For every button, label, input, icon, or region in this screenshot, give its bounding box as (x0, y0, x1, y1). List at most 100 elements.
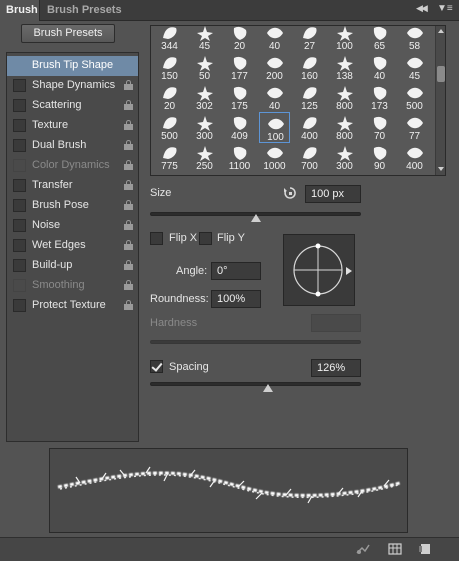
brush-tip-cell[interactable]: 160 (294, 52, 325, 83)
brush-tip-cell[interactable]: 300 (189, 112, 220, 143)
brush-angle-widget[interactable] (283, 234, 355, 306)
texture-checkbox[interactable] (13, 119, 26, 132)
brush-tip-cell[interactable]: 775 (154, 142, 185, 173)
sidebar-item-brush-tip-shape[interactable]: Brush Tip Shape (7, 56, 138, 76)
lock-icon[interactable] (124, 100, 133, 111)
angle-field[interactable]: 0° (211, 262, 261, 280)
double-chevron-left-icon[interactable]: ◀◀ (416, 3, 428, 14)
sidebar-item-protect-texture[interactable]: Protect Texture (7, 296, 138, 316)
brush-tip-cell[interactable]: 150 (154, 52, 185, 83)
sidebar-item-brush-pose[interactable]: Brush Pose (7, 196, 138, 216)
brush-tip-cell[interactable]: 175 (224, 82, 255, 113)
lock-icon[interactable] (124, 260, 133, 271)
lock-icon[interactable] (124, 300, 133, 311)
spacing-slider-knob[interactable] (263, 384, 274, 392)
sidebar-item-texture[interactable]: Texture (7, 116, 138, 136)
scroll-down-arrow-icon[interactable] (438, 167, 444, 171)
brush-tip-cell[interactable]: 1000 (259, 142, 290, 173)
brush-tip-cell[interactable]: 100 (329, 26, 360, 53)
sidebar-item-shape-dynamics[interactable]: Shape Dynamics (7, 76, 138, 96)
sidebar-item-transfer[interactable]: Transfer (7, 176, 138, 196)
lock-icon[interactable] (124, 180, 133, 191)
brush-tip-cell[interactable]: 27 (294, 26, 325, 53)
brush-tip-cell[interactable]: 40 (364, 52, 395, 83)
wet-edges-checkbox[interactable] (13, 239, 26, 252)
scroll-thumb[interactable] (437, 66, 445, 82)
tab-brush-presets[interactable]: Brush Presets (41, 0, 128, 21)
brush-grid-icon[interactable] (388, 543, 402, 555)
spacing-checkbox[interactable] (150, 360, 163, 373)
sidebar-item-color-dynamics[interactable]: Color Dynamics (7, 156, 138, 176)
brush-tip-cell[interactable]: 344 (154, 26, 185, 53)
brush-tip-cell[interactable]: 20 (224, 26, 255, 53)
brush-tip-cell[interactable]: 90 (364, 142, 395, 173)
brush-tip-cell[interactable]: 400 (294, 112, 325, 143)
panel-menu-icon[interactable]: ▼≡ (437, 3, 455, 17)
dual-brush-checkbox[interactable] (13, 139, 26, 152)
brush-presets-button[interactable]: Brush Presets (21, 24, 115, 43)
scroll-up-arrow-icon[interactable] (438, 29, 444, 33)
sidebar-item-wet-edges[interactable]: Wet Edges (7, 236, 138, 256)
brush-tip-cell[interactable]: 302 (189, 82, 220, 113)
brush-tip-cell[interactable]: 200 (259, 52, 290, 83)
tab-brush[interactable]: Brush (0, 0, 40, 21)
brush-tip-cell[interactable]: 1100 (224, 142, 255, 173)
brush-tip-cell[interactable]: 58 (399, 26, 430, 53)
brush-pose-checkbox[interactable] (13, 199, 26, 212)
brush-tip-cell[interactable]: 65 (364, 26, 395, 53)
grid-scrollbar[interactable] (435, 26, 445, 175)
brush-tip-cell[interactable]: 77 (399, 112, 430, 143)
sidebar-item-build-up[interactable]: Build-up (7, 256, 138, 276)
spacing-field[interactable]: 126% (311, 359, 361, 377)
flip-x-checkbox[interactable] (150, 232, 163, 245)
brush-tip-cell[interactable]: 173 (364, 82, 395, 113)
brush-tip-cell[interactable]: 40 (259, 82, 290, 113)
new-brush-icon[interactable] (418, 543, 432, 555)
lock-icon[interactable] (124, 120, 133, 131)
size-field[interactable]: 100 px (305, 185, 361, 203)
reset-icon[interactable] (283, 186, 297, 200)
toggle-live-tip-icon[interactable] (356, 543, 370, 555)
roundness-field[interactable]: 100% (211, 290, 261, 308)
lock-icon[interactable] (124, 240, 133, 251)
brush-tip-cell[interactable]: 800 (329, 82, 360, 113)
protect-texture-checkbox[interactable] (13, 299, 26, 312)
build-up-checkbox[interactable] (13, 259, 26, 272)
noise-checkbox[interactable] (13, 219, 26, 232)
lock-icon[interactable] (124, 220, 133, 231)
brush-tip-cell[interactable]: 138 (329, 52, 360, 83)
sidebar-item-smoothing[interactable]: Smoothing (7, 276, 138, 296)
brush-tip-cell[interactable]: 100 (259, 112, 290, 143)
brush-tip-cell[interactable]: 45 (189, 26, 220, 53)
sidebar-item-dual-brush[interactable]: Dual Brush (7, 136, 138, 156)
brush-tip-cell[interactable]: 40 (259, 26, 290, 53)
lock-icon[interactable] (124, 140, 133, 151)
lock-icon[interactable] (124, 160, 133, 171)
brush-tip-cell[interactable]: 409 (224, 112, 255, 143)
brush-tip-cell[interactable]: 300 (329, 142, 360, 173)
brush-tip-cell[interactable]: 500 (399, 82, 430, 113)
scattering-checkbox[interactable] (13, 99, 26, 112)
brush-tip-cell[interactable]: 50 (189, 52, 220, 83)
sidebar-item-noise[interactable]: Noise (7, 216, 138, 236)
transfer-checkbox[interactable] (13, 179, 26, 192)
flip-y-checkbox[interactable] (199, 232, 212, 245)
brush-tip-cell[interactable]: 20 (154, 82, 185, 113)
brush-tip-cell[interactable]: 250 (189, 142, 220, 173)
lock-icon[interactable] (124, 200, 133, 211)
lock-icon[interactable] (124, 80, 133, 91)
sidebar-item-scattering[interactable]: Scattering (7, 96, 138, 116)
brush-tip-cell[interactable]: 500 (154, 112, 185, 143)
shape-dynamics-checkbox[interactable] (13, 79, 26, 92)
brush-tip-size: 65 (373, 41, 386, 52)
lock-icon[interactable] (124, 280, 133, 291)
brush-tip-cell[interactable]: 45 (399, 52, 430, 83)
brush-tip-cell[interactable]: 400 (399, 142, 430, 173)
brush-tip-cell[interactable]: 125 (294, 82, 325, 113)
brush-tip-cell[interactable]: 70 (364, 112, 395, 143)
size-slider-knob[interactable] (250, 214, 261, 222)
brush-tip-cell[interactable]: 177 (224, 52, 255, 83)
brush-tip-cell[interactable]: 700 (294, 142, 325, 173)
spacing-slider-track[interactable] (150, 382, 361, 386)
brush-tip-cell[interactable]: 800 (329, 112, 360, 143)
